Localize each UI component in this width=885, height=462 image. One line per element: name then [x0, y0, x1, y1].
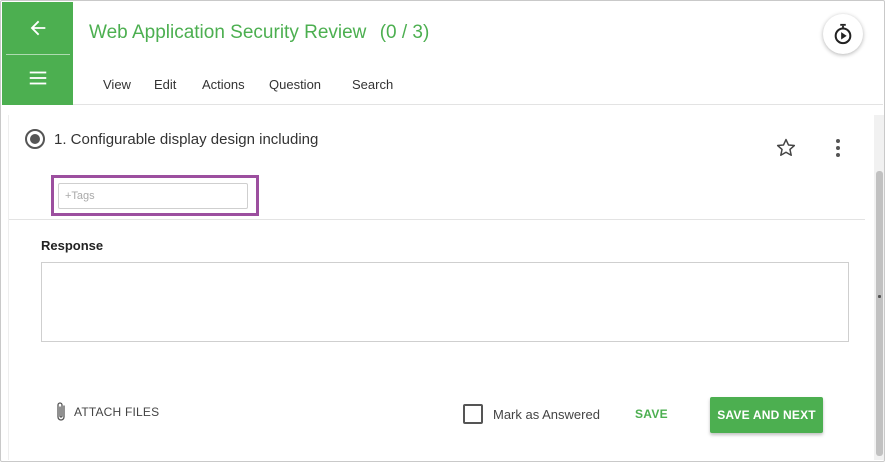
page-header: Web Application Security Review (0 / 3) … — [73, 2, 883, 105]
question-card: 1. Configurable display design including… — [8, 115, 874, 460]
mark-answered-label: Mark as Answered — [493, 406, 600, 422]
kebab-dot — [836, 153, 840, 157]
response-textarea[interactable] — [41, 262, 849, 342]
scrollbar-grip — [878, 295, 881, 298]
question-row: 1. Configurable display design including — [25, 129, 318, 149]
attach-files-label: ATTACH FILES — [74, 405, 160, 419]
timer-button[interactable] — [823, 14, 863, 54]
scrollbar-thumb[interactable] — [876, 171, 883, 456]
left-rail — [2, 2, 73, 105]
mark-answered-checkbox[interactable] — [463, 404, 483, 424]
kebab-dot — [836, 139, 840, 143]
tags-input[interactable] — [58, 183, 248, 209]
menu-view[interactable]: View — [103, 77, 131, 92]
mark-answered-toggle[interactable]: Mark as Answered — [463, 404, 600, 424]
app-window: Web Application Security Review (0 / 3) … — [0, 0, 885, 462]
stopwatch-play-icon — [834, 23, 852, 45]
answered-count: (0 / 3) — [379, 22, 430, 43]
question-text: 1. Configurable display design including — [54, 130, 319, 148]
divider — [9, 219, 865, 220]
hamburger-icon — [29, 71, 46, 85]
response-label: Response — [41, 238, 104, 253]
paperclip-icon — [57, 402, 65, 421]
save-button[interactable]: SAVE — [635, 407, 668, 421]
star-icon — [776, 138, 796, 156]
more-options-button[interactable] — [831, 139, 845, 157]
menu-search[interactable]: Search — [352, 77, 393, 92]
arrow-left-icon — [30, 20, 45, 36]
menu-actions[interactable]: Actions — [202, 77, 245, 92]
review-title: Web Application Security Review — [89, 22, 367, 43]
menu-question[interactable]: Question — [269, 77, 321, 92]
favorite-button[interactable] — [775, 137, 797, 164]
kebab-dot — [836, 146, 840, 150]
page-title: Web Application Security Review (0 / 3) — [89, 22, 429, 44]
back-button[interactable] — [2, 2, 73, 54]
question-radio[interactable] — [25, 129, 45, 149]
menu-button[interactable] — [2, 55, 73, 101]
attach-files-button[interactable]: ATTACH FILES — [55, 401, 159, 423]
menu-edit[interactable]: Edit — [154, 77, 176, 92]
save-and-next-button[interactable]: SAVE AND NEXT — [710, 397, 823, 433]
